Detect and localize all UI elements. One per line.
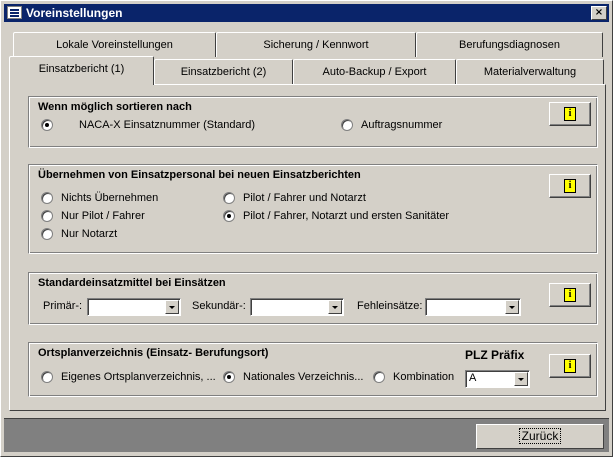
radio-naca-x[interactable]: NACA-X Einsatznummer (Standard) <box>41 119 255 131</box>
radio-nationales-verzeichnis[interactable]: Nationales Verzeichnis... <box>223 371 363 383</box>
radio-dot <box>41 119 53 131</box>
primary-label: Primär-: <box>43 300 83 312</box>
footer-bar: Zurück <box>4 418 609 452</box>
sort-group: Wenn möglich sortieren nach NACA-X Einsa… <box>28 96 598 148</box>
radio-pilot-fahrer-notarzt-sanitaeter[interactable]: Pilot / Fahrer, Notarzt und ersten Sanit… <box>223 210 449 222</box>
tab-sicherung-kennwort[interactable]: Sicherung / Kennwort <box>216 32 416 57</box>
personnel-group-title: Übernehmen von Einsatzpersonal bei neuen… <box>38 169 361 181</box>
form-icon <box>7 6 22 19</box>
info-button-personnel[interactable]: i <box>549 174 591 198</box>
info-icon: i <box>564 179 576 193</box>
tab-label: Berufungsdiagnosen <box>459 39 560 51</box>
chevron-down-icon[interactable] <box>328 300 342 314</box>
radio-dot <box>223 371 235 383</box>
radio-nur-notarzt[interactable]: Nur Notarzt <box>41 228 117 240</box>
radio-kombination[interactable]: Kombination <box>373 371 454 383</box>
tab-label: Einsatzbericht (2) <box>180 66 267 78</box>
preferences-window: Voreinstellungen × Lokale Voreinstellung… <box>0 0 613 457</box>
radio-label: Nur Notarzt <box>61 228 118 240</box>
info-button-sort[interactable]: i <box>549 102 591 126</box>
plz-prefix-value: A <box>469 372 477 384</box>
radio-label: Nur Pilot / Fahrer <box>61 210 145 222</box>
radio-label: Kombination <box>393 371 455 383</box>
radio-label: Pilot / Fahrer, Notarzt und ersten Sanit… <box>243 210 450 222</box>
tab-berufungsdiagnosen[interactable]: Berufungsdiagnosen <box>416 32 603 57</box>
tab-panel-einsatzbericht-1: Wenn möglich sortieren nach NACA-X Einsa… <box>9 84 606 411</box>
close-button[interactable]: × <box>591 6 607 20</box>
secondary-label: Sekundär-: <box>192 300 246 312</box>
radio-dot <box>341 119 353 131</box>
radio-label: Eigenes Ortsplanverzeichnis, ... <box>61 371 216 383</box>
tab-label: Materialverwaltung <box>483 66 577 78</box>
tab-label: Lokale Voreinstellungen <box>56 39 173 51</box>
back-button[interactable]: Zurück <box>476 424 604 449</box>
maps-group-title: Ortsplanverzeichnis (Einsatz- Berufungso… <box>38 347 269 359</box>
tab-label: Sicherung / Kennwort <box>263 39 369 51</box>
radio-dot <box>41 371 53 383</box>
plz-prefix-combo[interactable]: A <box>465 370 530 388</box>
radio-label: Auftragsnummer <box>361 119 443 131</box>
tab-lokale-voreinstellungen[interactable]: Lokale Voreinstellungen <box>13 32 216 57</box>
maps-group: Ortsplanverzeichnis (Einsatz- Berufungso… <box>28 342 598 397</box>
chevron-down-icon[interactable] <box>165 300 179 314</box>
radio-dot <box>41 192 53 204</box>
radio-dot <box>223 192 235 204</box>
tab-materialverwaltung[interactable]: Materialverwaltung <box>456 59 604 84</box>
radio-label: Nichts Übernehmen <box>61 192 159 204</box>
tab-einsatzbericht-1[interactable]: Einsatzbericht (1) <box>9 56 154 85</box>
radio-label: NACA-X Einsatznummer (Standard) <box>79 119 256 131</box>
radio-dot <box>373 371 385 383</box>
info-button-maps[interactable]: i <box>549 354 591 378</box>
failed-missions-label: Fehleinsätze: <box>357 300 423 312</box>
radio-label: Nationales Verzeichnis... <box>243 371 364 383</box>
failed-missions-combo[interactable] <box>425 298 521 316</box>
tab-auto-backup-export[interactable]: Auto-Backup / Export <box>293 59 456 84</box>
chevron-down-icon[interactable] <box>514 372 528 386</box>
radio-nur-pilot-fahrer[interactable]: Nur Pilot / Fahrer <box>41 210 145 222</box>
info-icon: i <box>564 359 576 373</box>
radio-auftragsnummer[interactable]: Auftragsnummer <box>341 119 442 131</box>
radio-dot <box>41 228 53 240</box>
tab-einsatzbericht-2[interactable]: Einsatzbericht (2) <box>154 59 293 84</box>
secondary-combo[interactable] <box>250 298 344 316</box>
title-bar: Voreinstellungen × <box>4 4 609 22</box>
radio-dot <box>223 210 235 222</box>
radio-label: Pilot / Fahrer und Notarzt <box>243 192 366 204</box>
info-icon: i <box>564 107 576 121</box>
radio-nichts-uebernehmen[interactable]: Nichts Übernehmen <box>41 192 158 204</box>
sort-group-title: Wenn möglich sortieren nach <box>38 101 192 113</box>
resources-group-title: Standardeinsatzmittel bei Einsätzen <box>38 277 226 289</box>
radio-dot <box>41 210 53 222</box>
chevron-down-icon[interactable] <box>505 300 519 314</box>
info-button-resources[interactable]: i <box>549 283 591 307</box>
back-button-label: Zurück <box>518 428 562 444</box>
primary-combo[interactable] <box>87 298 181 316</box>
personnel-group: Übernehmen von Einsatzpersonal bei neuen… <box>28 164 598 254</box>
tab-label: Einsatzbericht (1) <box>38 63 125 75</box>
tab-label: Auto-Backup / Export <box>322 66 427 78</box>
info-icon: i <box>564 288 576 302</box>
window-title: Voreinstellungen <box>26 6 123 20</box>
resources-group: Standardeinsatzmittel bei Einsätzen Prim… <box>28 272 598 325</box>
plz-prefix-label: PLZ Präfix <box>465 348 525 362</box>
radio-eigenes-verzeichnis[interactable]: Eigenes Ortsplanverzeichnis, ... <box>41 371 216 383</box>
radio-pilot-fahrer-notarzt[interactable]: Pilot / Fahrer und Notarzt <box>223 192 366 204</box>
